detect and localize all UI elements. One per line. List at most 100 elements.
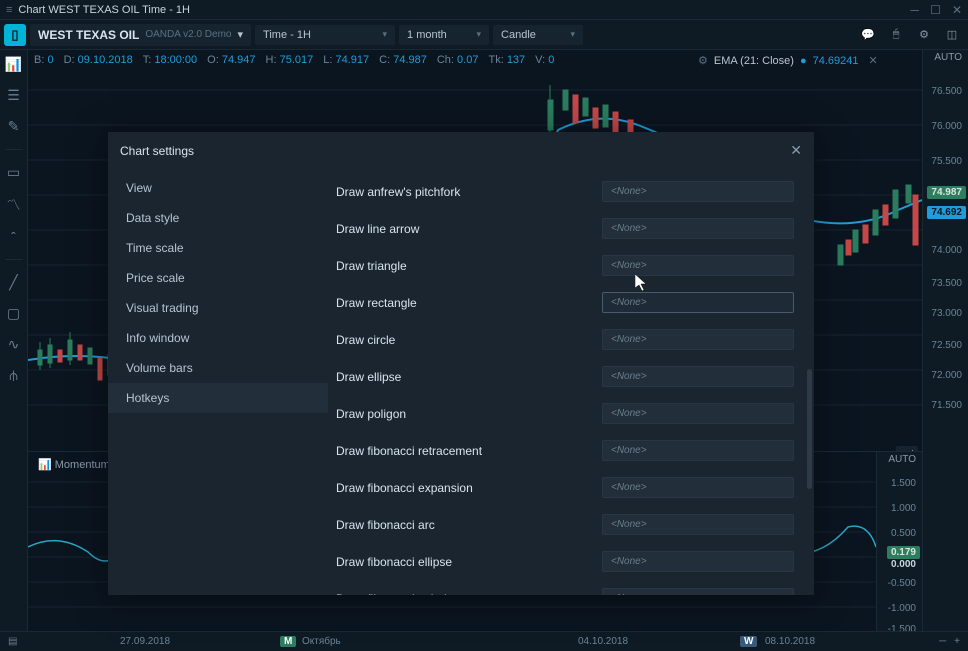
hotkey-label: Draw triangle bbox=[336, 259, 407, 273]
hotkey-row: Draw rectangle <None> bbox=[336, 284, 794, 321]
hotkey-row: Draw poligon <None> bbox=[336, 395, 794, 432]
chevron-down-icon: ▾ bbox=[477, 29, 482, 40]
pencil-icon[interactable]: ✎ bbox=[8, 118, 20, 135]
hotkey-input[interactable]: <None> bbox=[602, 329, 794, 350]
maximize-icon[interactable]: ☐ bbox=[930, 3, 941, 17]
price-axis: AUTO 76.500 76.000 75.500 75.000 74.987 … bbox=[922, 50, 968, 631]
wave-icon[interactable]: ∿ bbox=[8, 336, 20, 353]
week-badge: W bbox=[740, 636, 757, 647]
hotkey-label: Draw fibonacci retracement bbox=[336, 444, 482, 458]
timeframe-dropdown[interactable]: Time - 1H ▾ bbox=[255, 25, 395, 45]
hotkeys-panel: Draw anfrew's pitchfork<None>Draw line a… bbox=[328, 169, 814, 595]
month-badge: M bbox=[280, 636, 296, 647]
settings-tab-hotkeys[interactable]: Hotkeys bbox=[108, 383, 328, 413]
hotkey-input[interactable]: <None> bbox=[602, 218, 794, 239]
chevron-down-icon: ▾ bbox=[238, 28, 244, 41]
account-name: OANDA v2.0 Demo bbox=[145, 29, 231, 40]
modal-title: Chart settings bbox=[120, 144, 194, 158]
chart-settings-modal: Chart settings ✕ ViewData styleTime scal… bbox=[108, 132, 814, 595]
zoom-in-icon[interactable]: + bbox=[954, 636, 960, 647]
time-axis: ▤ 27.09.2018 M Октябрь 04.10.2018 W 08.1… bbox=[0, 631, 968, 651]
zoom-out-icon[interactable]: ─ bbox=[939, 636, 946, 647]
settings-sidebar: ViewData styleTime scalePrice scaleVisua… bbox=[108, 169, 328, 595]
settings-tab-data-style[interactable]: Data style bbox=[108, 203, 328, 233]
layers-icon[interactable]: ☰ bbox=[7, 87, 20, 104]
settings-tab-time-scale[interactable]: Time scale bbox=[108, 233, 328, 263]
settings-tab-visual-trading[interactable]: Visual trading bbox=[108, 293, 328, 323]
hotkey-row: Draw fibonacci expansion <None> bbox=[336, 469, 794, 506]
hotkey-label: Draw fibonacci ellipse bbox=[336, 555, 452, 569]
hotkey-input[interactable]: <None> bbox=[602, 366, 794, 387]
auto-scale-button[interactable]: AUTO bbox=[888, 454, 916, 465]
hotkey-input[interactable]: <None> bbox=[602, 551, 794, 572]
last-price-badge: 74.987 bbox=[927, 186, 966, 199]
hotkey-row: Draw triangle <None> bbox=[336, 247, 794, 284]
hotkey-row: Draw anfrew's pitchfork <None> bbox=[336, 173, 794, 210]
tool-sidebar: 📊 ☰ ✎ ▭ 〽 ˆ ╱ ▢ ∿ ⫛ bbox=[0, 50, 28, 631]
app-logo[interactable]: ▯ bbox=[4, 24, 26, 46]
charttype-dropdown[interactable]: Candle ▾ bbox=[493, 25, 583, 45]
gear-icon[interactable]: ⚙ bbox=[912, 23, 936, 47]
close-icon[interactable]: ✕ bbox=[790, 142, 802, 159]
hotkey-row: Draw line arrow <None> bbox=[336, 210, 794, 247]
hotkey-input[interactable]: <None> bbox=[602, 588, 794, 595]
zigzag-icon[interactable]: 〽 bbox=[7, 195, 21, 215]
momentum-axis: AUTO 1.500 1.000 0.500 0.179 0.000 -0.50… bbox=[876, 452, 922, 632]
square-icon[interactable]: ▢ bbox=[7, 305, 20, 322]
scrollbar[interactable] bbox=[807, 369, 812, 489]
settings-tab-volume-bars[interactable]: Volume bars bbox=[108, 353, 328, 383]
settings-tab-info-window[interactable]: Info window bbox=[108, 323, 328, 353]
hotkey-row: Draw fibonacci spiral <None> bbox=[336, 580, 794, 595]
hotkey-input[interactable]: <None> bbox=[602, 477, 794, 498]
panels-icon[interactable]: ◫ bbox=[940, 23, 964, 47]
hotkey-label: Draw fibonacci spiral bbox=[336, 592, 447, 596]
modal-header: Chart settings ✕ bbox=[108, 132, 814, 169]
hotkey-label: Draw line arrow bbox=[336, 222, 419, 236]
hotkey-input[interactable]: <None> bbox=[602, 292, 794, 313]
menu-icon[interactable]: ≡ bbox=[6, 4, 12, 16]
calendar-icon[interactable]: ▤ bbox=[8, 636, 17, 647]
symbol-name: WEST TEXAS OIL bbox=[38, 28, 139, 42]
hotkey-label: Draw fibonacci expansion bbox=[336, 481, 473, 495]
hotkey-row: Draw fibonacci ellipse <None> bbox=[336, 543, 794, 580]
minimize-icon[interactable]: ─ bbox=[911, 3, 920, 17]
hotkey-input[interactable]: <None> bbox=[602, 181, 794, 202]
chart-tool-icon[interactable]: 📊 bbox=[5, 56, 22, 73]
momentum-value-badge: 0.179 bbox=[887, 546, 920, 559]
chevup-icon[interactable]: ˆ bbox=[11, 229, 16, 245]
range-label: 1 month bbox=[407, 29, 447, 41]
chat-icon[interactable]: 💬 bbox=[856, 23, 880, 47]
hotkey-label: Draw ellipse bbox=[336, 370, 401, 384]
hotkey-row: Draw fibonacci arc <None> bbox=[336, 506, 794, 543]
hotkey-row: Draw ellipse <None> bbox=[336, 358, 794, 395]
window-controls: ─ ☐ ✕ bbox=[903, 3, 962, 17]
hotkey-input[interactable]: <None> bbox=[602, 255, 794, 276]
main-toolbar: ▯ WEST TEXAS OIL OANDA v2.0 Demo ▾ Time … bbox=[0, 20, 968, 50]
hotkey-label: Draw fibonacci arc bbox=[336, 518, 435, 532]
auto-scale-button[interactable]: AUTO bbox=[934, 52, 962, 63]
hotkey-input[interactable]: <None> bbox=[602, 403, 794, 424]
symbol-selector[interactable]: WEST TEXAS OIL OANDA v2.0 Demo ▾ bbox=[30, 24, 251, 46]
hotkey-label: Draw anfrew's pitchfork bbox=[336, 185, 460, 199]
hotkey-label: Draw rectangle bbox=[336, 296, 417, 310]
mouse-icon[interactable]: 🖱 bbox=[884, 23, 908, 47]
settings-tab-price-scale[interactable]: Price scale bbox=[108, 263, 328, 293]
hotkey-label: Draw poligon bbox=[336, 407, 406, 421]
line-icon[interactable]: ╱ bbox=[9, 274, 17, 291]
titlebar: ≡ Chart WEST TEXAS OIL Time - 1H ─ ☐ ✕ bbox=[0, 0, 968, 20]
close-icon[interactable]: ✕ bbox=[952, 3, 962, 17]
chevron-down-icon: ▾ bbox=[571, 29, 576, 40]
hotkey-label: Draw circle bbox=[336, 333, 395, 347]
hotkey-row: Draw circle <None> bbox=[336, 321, 794, 358]
timeframe-label: Time - 1H bbox=[263, 29, 311, 41]
panel-icon[interactable]: ▭ bbox=[7, 164, 20, 181]
charttype-label: Candle bbox=[501, 29, 536, 41]
hotkey-input[interactable]: <None> bbox=[602, 440, 794, 461]
hotkey-row: Draw fibonacci retracement <None> bbox=[336, 432, 794, 469]
window-title: Chart WEST TEXAS OIL Time - 1H bbox=[18, 4, 902, 16]
range-dropdown[interactable]: 1 month ▾ bbox=[399, 25, 489, 45]
chevron-down-icon: ▾ bbox=[383, 29, 388, 40]
fib-icon[interactable]: ⫛ bbox=[9, 367, 17, 384]
settings-tab-view[interactable]: View bbox=[108, 173, 328, 203]
hotkey-input[interactable]: <None> bbox=[602, 514, 794, 535]
